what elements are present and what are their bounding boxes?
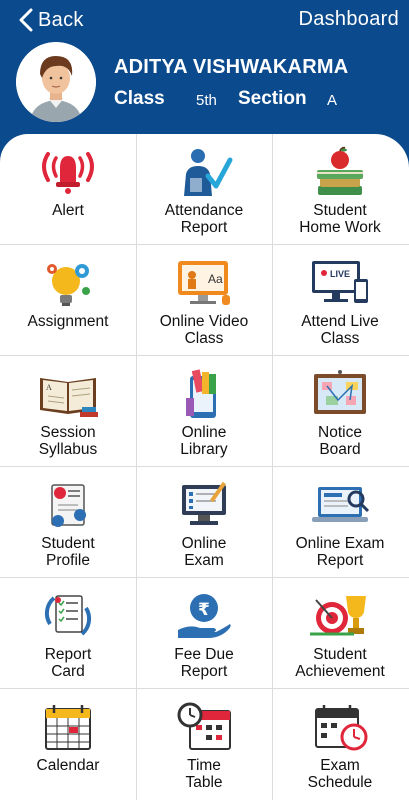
- live-monitor-icon: LIVE: [308, 257, 372, 309]
- attendance-checkmark-icon: [172, 146, 236, 198]
- menu-item-label: Report Card: [44, 646, 92, 680]
- menu-item-time-table[interactable]: Time Table: [136, 689, 272, 799]
- menu-item-label: Calendar: [36, 757, 100, 774]
- profile-document-icon: [36, 479, 100, 531]
- menu-item-exam-schedule[interactable]: Exam Schedule: [272, 689, 408, 799]
- menu-item-calendar[interactable]: Calendar: [0, 689, 136, 799]
- menu-item-attendance-report[interactable]: Attendance Report: [136, 134, 272, 244]
- back-button[interactable]: Back: [18, 6, 84, 34]
- user-avatar-icon: [16, 42, 96, 122]
- menu-item-label: Online Library: [180, 424, 228, 458]
- books-apple-icon: [308, 146, 372, 198]
- menu-item-online-exam-report[interactable]: Online Exam Report: [272, 467, 408, 577]
- menu-item-student-profile[interactable]: Student Profile: [0, 467, 136, 577]
- section-label: Section: [238, 88, 307, 109]
- menu-item-label: Alert: [52, 202, 84, 219]
- menu-item-student-achievement[interactable]: Student Achievement: [272, 578, 408, 688]
- svg-text:Aa: Aa: [208, 272, 223, 286]
- exam-report-laptop-icon: [308, 479, 372, 531]
- report-card-icon: [36, 590, 100, 642]
- menu-item-label: Student Home Work: [299, 202, 381, 236]
- student-name: ADITYA VISHWAKARMA: [114, 56, 349, 78]
- menu-item-fee-due-report[interactable]: ₹ Fee Due Report: [136, 578, 272, 688]
- video-class-screen-icon: Aa: [172, 257, 236, 309]
- menu-item-label: Fee Due Report: [174, 646, 234, 680]
- lightbulb-gears-icon: [36, 257, 100, 309]
- rupee-hand-icon: ₹: [172, 590, 236, 642]
- menu-item-attend-live-class[interactable]: LIVE Attend Live Class: [272, 245, 408, 355]
- menu-item-label: Exam Schedule: [307, 757, 373, 791]
- menu-item-label: Online Exam Report: [295, 535, 385, 569]
- menu-item-online-exam[interactable]: Online Exam: [136, 467, 272, 577]
- menu-item-label: Assignment: [27, 313, 109, 330]
- header: Back Dashboard ADITYA VISHWAKARMA Class …: [0, 0, 409, 140]
- menu-item-online-library[interactable]: Online Library: [136, 356, 272, 466]
- menu-item-student-home-work[interactable]: Student Home Work: [272, 134, 408, 244]
- menu-item-online-video-class[interactable]: Aa Online Video Class: [136, 245, 272, 355]
- menu-item-label: Session Syllabus: [38, 424, 98, 458]
- exam-schedule-clock-icon: [308, 701, 372, 753]
- timetable-clock-icon: [172, 701, 236, 753]
- menu-item-label: Time Table: [185, 757, 223, 791]
- back-label: Back: [38, 8, 84, 31]
- menu-item-label: Attendance Report: [164, 202, 244, 236]
- menu-item-alert[interactable]: Alert: [0, 134, 136, 244]
- online-exam-monitor-icon: [172, 479, 236, 531]
- class-label: Class: [114, 88, 165, 109]
- class-value: 5th: [196, 92, 217, 109]
- svg-text:LIVE: LIVE: [330, 269, 350, 279]
- alarm-bell-icon: [36, 146, 100, 198]
- trophy-target-icon: [308, 590, 372, 642]
- phone-books-icon: [172, 368, 236, 420]
- avatar: [16, 42, 96, 122]
- menu-item-notice-board[interactable]: Notice Board: [272, 356, 408, 466]
- section-value: A: [327, 92, 338, 109]
- svg-text:A: A: [46, 383, 52, 392]
- menu-item-assignment[interactable]: Assignment: [0, 245, 136, 355]
- open-book-icon: A: [36, 368, 100, 420]
- menu-item-label: Online Exam: [181, 535, 227, 569]
- menu-item-label: Student Achievement: [295, 646, 385, 680]
- dashboard-button[interactable]: Dashboard: [298, 8, 399, 31]
- menu-item-label: Student Profile: [41, 535, 95, 569]
- menu-panel: Alert Attendance Report Student Home Wor…: [0, 134, 409, 800]
- menu-item-session-syllabus[interactable]: A Session Syllabus: [0, 356, 136, 466]
- chevron-left-icon: [19, 8, 33, 32]
- calendar-icon: [36, 701, 100, 753]
- notice-board-icon: [308, 368, 372, 420]
- svg-text:₹: ₹: [198, 600, 210, 620]
- menu-item-label: Online Video Class: [159, 313, 249, 347]
- menu-item-report-card[interactable]: Report Card: [0, 578, 136, 688]
- menu-item-label: Notice Board: [318, 424, 362, 458]
- menu-item-label: Attend Live Class: [301, 313, 379, 347]
